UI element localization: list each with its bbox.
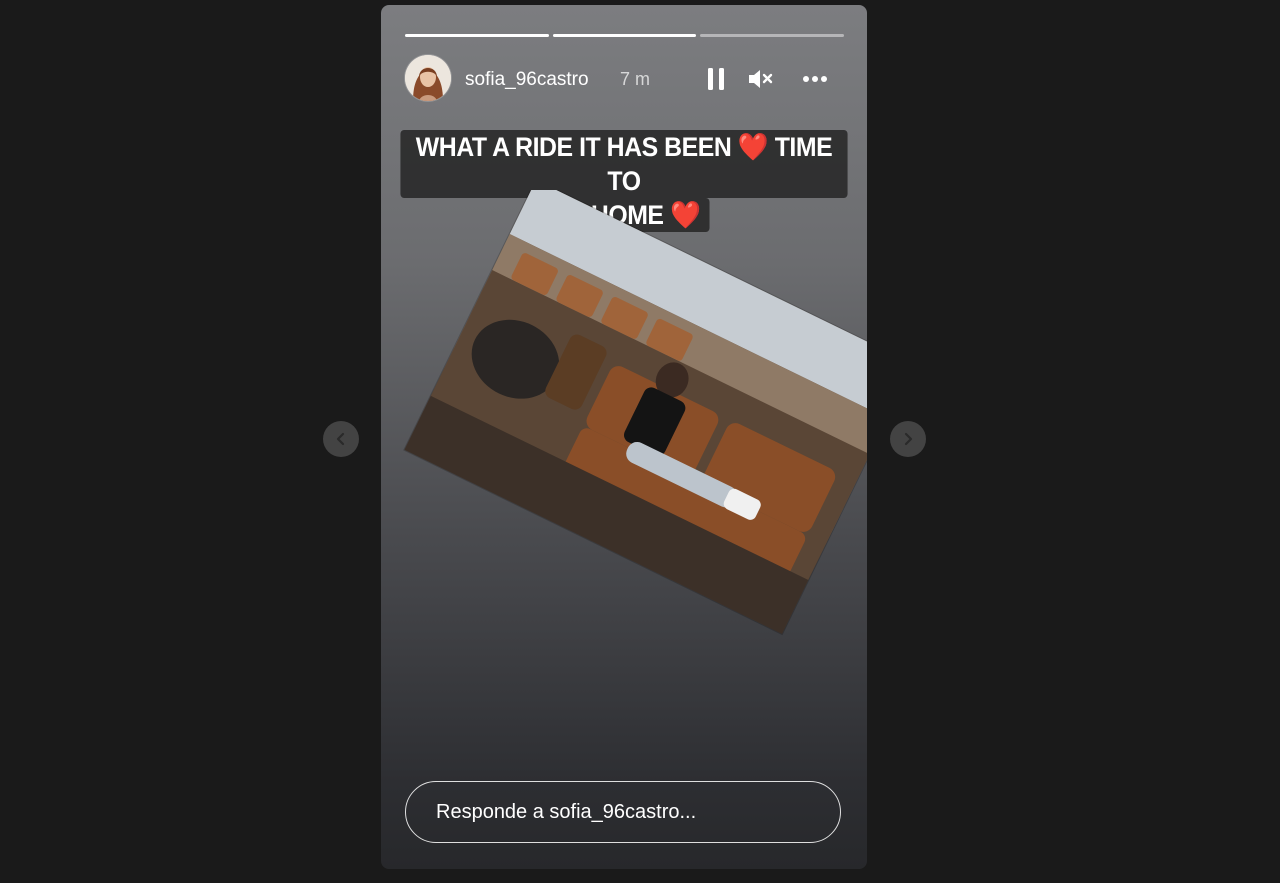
story-timestamp: 7 m [620, 69, 651, 89]
pause-icon [708, 68, 724, 90]
more-options-button[interactable] [800, 65, 830, 93]
story-username[interactable]: sofia_96castro [465, 69, 589, 91]
next-story-button[interactable] [890, 421, 926, 457]
story-header: sofia_96castro 7 m [405, 55, 843, 103]
caption-line-1: WHAT A RIDE IT HAS BEEN ❤️ TIME TO [400, 130, 848, 198]
story-progress-bar [405, 34, 845, 37]
previous-story-button[interactable] [323, 421, 359, 457]
chevron-left-icon [336, 432, 345, 446]
avatar[interactable] [405, 55, 451, 101]
chevron-right-icon [904, 432, 913, 446]
story-viewer[interactable]: sofia_96castro 7 m WHAT A RIDE IT HAS BE… [381, 5, 867, 869]
progress-segment [700, 34, 845, 37]
speaker-muted-icon [749, 70, 773, 88]
reply-placeholder: Responde a sofia_96castro... [436, 800, 697, 823]
mute-button[interactable] [746, 65, 774, 93]
more-horizontal-icon [803, 76, 827, 82]
progress-segment [552, 34, 697, 37]
airport-lounge-image [404, 190, 867, 634]
avatar-image [405, 55, 451, 101]
progress-segment [405, 34, 549, 37]
pause-button[interactable] [702, 65, 730, 93]
story-photo [404, 190, 867, 634]
reply-input[interactable]: Responde a sofia_96castro... [405, 781, 841, 843]
story-photo-area [381, 190, 867, 670]
